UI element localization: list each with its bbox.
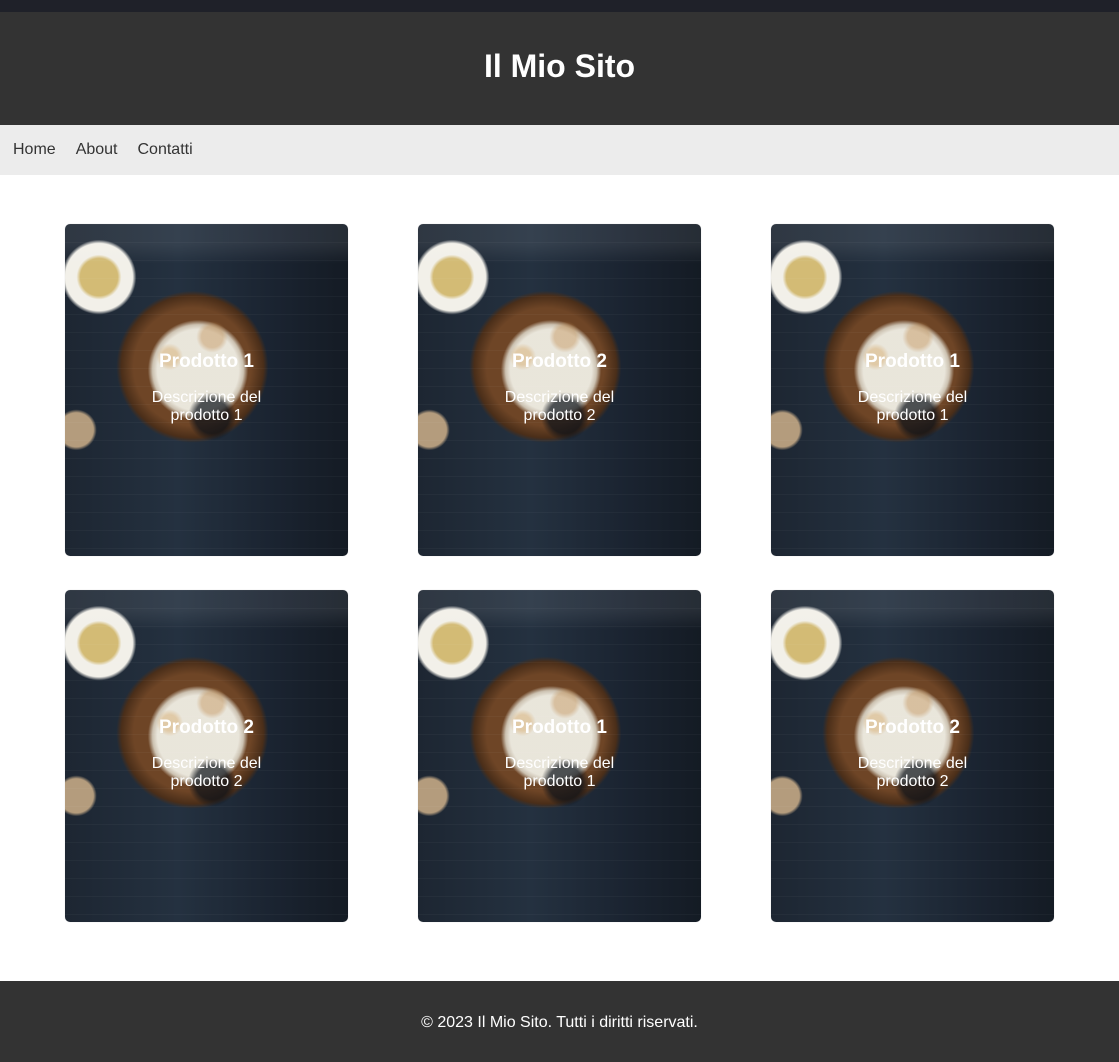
site-footer: © 2023 Il Mio Sito. Tutti i diritti rise… (0, 981, 1119, 1062)
footer-copyright: © 2023 Il Mio Sito. Tutti i diritti rise… (421, 1013, 698, 1031)
product-title: Prodotto 2 (512, 350, 607, 372)
nav-about-link[interactable]: About (76, 141, 118, 159)
product-title: Prodotto 1 (865, 350, 960, 372)
product-description: Descrizione del prodotto 2 (504, 388, 615, 424)
product-card-content: Prodotto 1 Descrizione del prodotto 1 (418, 590, 701, 920)
product-card[interactable]: Prodotto 1 Descrizione del prodotto 1 (771, 224, 1054, 556)
product-description: Descrizione del prodotto 1 (857, 388, 968, 424)
site-title: Il Mio Sito (483, 48, 636, 84)
product-card[interactable]: Prodotto 2 Descrizione del prodotto 2 (771, 590, 1054, 922)
product-title: Prodotto 1 (512, 716, 607, 738)
product-card-content: Prodotto 2 Descrizione del prodotto 2 (65, 590, 348, 920)
nav-home-link[interactable]: Home (13, 141, 56, 159)
product-card[interactable]: Prodotto 1 Descrizione del prodotto 1 (65, 224, 348, 556)
product-card-content: Prodotto 1 Descrizione del prodotto 1 (771, 224, 1054, 554)
product-title: Prodotto 2 (159, 716, 254, 738)
product-title: Prodotto 2 (865, 716, 960, 738)
product-card-content: Prodotto 2 Descrizione del prodotto 2 (418, 224, 701, 554)
product-description: Descrizione del prodotto 1 (151, 388, 262, 424)
product-card[interactable]: Prodotto 1 Descrizione del prodotto 1 (418, 590, 701, 922)
product-card-content: Prodotto 2 Descrizione del prodotto 2 (771, 590, 1054, 920)
product-card[interactable]: Prodotto 2 Descrizione del prodotto 2 (65, 590, 348, 922)
product-description: Descrizione del prodotto 1 (504, 754, 615, 790)
product-description: Descrizione del prodotto 2 (857, 754, 968, 790)
main-navigation: Home About Contatti (0, 125, 1119, 175)
nav-contatti-link[interactable]: Contatti (138, 141, 193, 159)
site-header: Il Mio Sito (0, 12, 1119, 125)
product-title: Prodotto 1 (159, 350, 254, 372)
product-description: Descrizione del prodotto 2 (151, 754, 262, 790)
product-card[interactable]: Prodotto 2 Descrizione del prodotto 2 (418, 224, 701, 556)
product-card-content: Prodotto 1 Descrizione del prodotto 1 (65, 224, 348, 554)
top-browser-strip (0, 0, 1119, 12)
product-grid: Prodotto 1 Descrizione del prodotto 1 Pr… (65, 224, 1054, 922)
